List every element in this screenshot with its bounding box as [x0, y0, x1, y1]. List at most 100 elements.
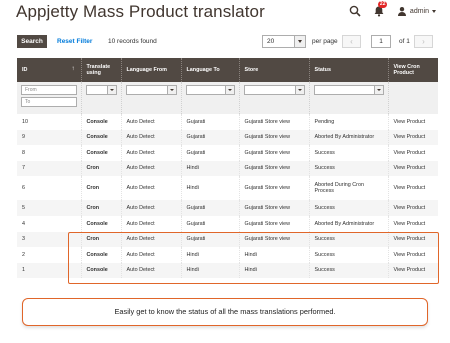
- chevron-down-icon: [294, 86, 304, 94]
- column-header-translate-using[interactable]: Translate using: [80, 58, 121, 82]
- chevron-down-icon: [166, 86, 176, 94]
- row-language-to-cell: Hindi: [180, 160, 239, 177]
- row-id-cell: 5: [17, 200, 81, 216]
- language-to-filter[interactable]: [185, 85, 235, 95]
- notification-count-badge: 22: [377, 1, 388, 8]
- translate-using-filter-cell: [80, 82, 121, 114]
- row-id-cell: 6: [22, 185, 25, 192]
- row-language-to-cell: Gujarati: [180, 145, 239, 161]
- sort-arrow-icon: ↑: [71, 66, 75, 72]
- search-button[interactable]: Search: [17, 35, 47, 48]
- row-store-cell: Gujarati Store view: [238, 200, 309, 216]
- store-filter[interactable]: [243, 85, 305, 95]
- view-product-link[interactable]: View Product: [387, 176, 438, 201]
- row-translate-using-cell: Console: [80, 129, 121, 146]
- view-product-link[interactable]: View Product: [387, 215, 438, 232]
- view-product-link[interactable]: View Product: [387, 129, 438, 146]
- row-status-cell: Aborted By Administrator: [308, 129, 388, 146]
- column-header-store[interactable]: Store: [238, 58, 309, 82]
- row-status-cell: Aborted During Cron Process: [308, 176, 388, 201]
- row-status-cell: Pending: [308, 114, 388, 130]
- row-status-cell: Success: [308, 160, 388, 177]
- view-product-link[interactable]: View Product: [387, 160, 438, 177]
- user-icon: [397, 7, 406, 16]
- records-found-count: 10 records found: [108, 38, 157, 45]
- row-id-cell: 8: [22, 149, 25, 156]
- language-to-filter-cell: [180, 82, 239, 114]
- row-store-cell: Gujarati Store view: [238, 129, 309, 146]
- per-page-select[interactable]: 20: [262, 35, 306, 48]
- row-language-from-cell: Auto Detect: [120, 145, 181, 161]
- row-translate-using-cell: Console: [80, 215, 121, 232]
- table-row: 9 Console Auto Detect Gujarati Gujarati Stor…: [17, 129, 438, 146]
- row-translate-using-cell: Console: [80, 145, 121, 161]
- id-filter-cell: From To: [17, 82, 81, 114]
- table-row: 4 Console Auto Detect Gujarati Gujarati Stor…: [17, 215, 438, 232]
- next-page-button[interactable]: ›: [414, 35, 433, 48]
- admin-user-menu[interactable]: admin: [397, 6, 436, 16]
- table-row: 7 Cron Auto Detect Hindi Gujarati Store view…: [17, 160, 438, 177]
- reset-filter-link[interactable]: Reset Filter: [57, 38, 92, 45]
- column-header-status[interactable]: Status: [308, 58, 388, 82]
- row-translate-using-cell: Console: [80, 114, 121, 130]
- highlight-box: [68, 232, 439, 284]
- page-number-input[interactable]: 1: [371, 35, 391, 48]
- per-page-value: 20: [267, 38, 275, 45]
- status-filter[interactable]: [313, 85, 384, 95]
- row-translate-using-cell: Cron: [80, 160, 121, 177]
- row-status-cell: Aborted By Administrator: [308, 215, 388, 232]
- view-product-link[interactable]: View Product: [387, 114, 438, 130]
- page-total: of 1: [399, 38, 410, 45]
- id-from-input[interactable]: From: [21, 85, 77, 95]
- store-filter-cell: [238, 82, 309, 114]
- column-header-language-to[interactable]: Language To: [180, 58, 239, 82]
- row-status-cell: Success: [308, 200, 388, 216]
- view-filter-cell: [387, 82, 438, 114]
- row-id-cell: 9: [17, 129, 81, 146]
- row-status-cell: Success: [308, 145, 388, 161]
- view-product-link[interactable]: View Product: [387, 145, 438, 161]
- notifications-bell-icon[interactable]: 22: [373, 1, 388, 17]
- row-language-from-cell: Auto Detect: [120, 160, 181, 177]
- header-actions: 22 admin: [349, 1, 436, 18]
- row-id-cell: 4: [22, 220, 25, 227]
- grid-toolbar: Search Reset Filter 10 records found 20 …: [17, 35, 433, 49]
- chevron-down-icon: [294, 36, 305, 47]
- chevron-down-icon: [432, 9, 436, 13]
- previous-page-button[interactable]: ‹: [342, 35, 361, 48]
- status-callout: Easily get to know the status of all the…: [22, 298, 428, 326]
- row-translate-using-cell: Cron: [80, 176, 121, 201]
- view-product-link[interactable]: View Product: [387, 200, 438, 216]
- chevron-down-icon: [224, 86, 234, 94]
- row-store-cell: Gujarati Store view: [238, 176, 309, 201]
- row-language-to-cell: Gujarati: [180, 129, 239, 146]
- status-filter-cell: [308, 82, 388, 114]
- search-icon[interactable]: [349, 5, 361, 17]
- row-id-cell: 7: [17, 160, 81, 177]
- translate-using-filter[interactable]: [85, 85, 117, 95]
- filter-row: From To: [17, 82, 438, 114]
- page-title: Appjetty Mass Product translator: [16, 2, 265, 21]
- row-language-from-cell: Auto Detect: [120, 114, 181, 130]
- admin-username: admin: [409, 7, 429, 15]
- per-page-label: per page: [312, 38, 338, 45]
- row-language-from-cell: Auto Detect: [120, 200, 181, 216]
- chevron-down-icon: [106, 86, 116, 94]
- row-store-cell: Gujarati Store view: [238, 145, 309, 161]
- row-id-cell: 10: [22, 118, 28, 125]
- row-language-from-cell: Auto Detect: [120, 129, 181, 146]
- column-header-id[interactable]: ID ↑: [17, 58, 81, 82]
- row-language-to-cell: Gujarati: [180, 114, 239, 130]
- row-language-to-cell: Hindi: [180, 176, 239, 201]
- language-from-filter[interactable]: [125, 85, 177, 95]
- row-store-cell: Gujarati Store view: [238, 114, 309, 130]
- chevron-down-icon: [373, 86, 383, 94]
- id-to-input[interactable]: To: [21, 97, 77, 107]
- column-header-language-from[interactable]: Language From: [120, 58, 181, 82]
- row-language-from-cell: Auto Detect: [120, 215, 181, 232]
- row-language-to-cell: Gujarati: [180, 200, 239, 216]
- row-translate-using-cell: Cron: [80, 200, 121, 216]
- table-row: 6 Cron Auto Detect Hindi Gujarati Store view…: [17, 176, 438, 201]
- column-header-view-cron-product: View Cron Product: [387, 58, 438, 82]
- table-row: 10 Console Auto Detect Gujarati Gujarati Sto…: [17, 114, 438, 130]
